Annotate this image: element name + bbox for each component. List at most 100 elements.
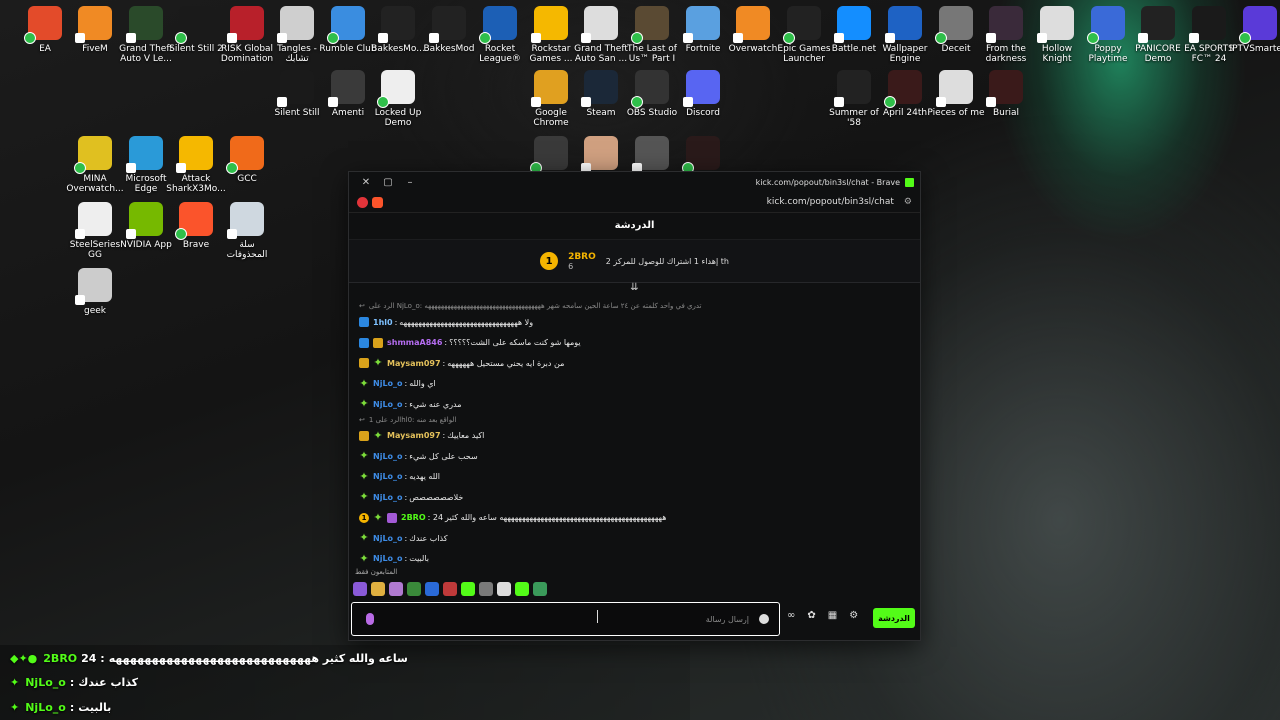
emote-icon[interactable] xyxy=(479,582,493,596)
sync-check-icon xyxy=(1239,32,1251,44)
emote-icon[interactable] xyxy=(461,582,475,596)
rank-badge-icon: 1 xyxy=(540,252,559,270)
chat-message[interactable]: ✦ NjLo_o: خلاصصصصصص xyxy=(349,487,909,508)
reply-icon: ↩ xyxy=(359,302,365,310)
desktop-icon[interactable]: geek xyxy=(64,268,126,316)
url-text[interactable]: kick.com/popout/bin3sl/chat xyxy=(767,197,894,207)
app-icon xyxy=(531,70,568,107)
brave-rewards-icon[interactable] xyxy=(372,196,383,208)
sync-check-icon xyxy=(631,96,643,108)
emote-icon[interactable] xyxy=(515,582,529,596)
collapse-chevron-icon[interactable]: ⇊ xyxy=(349,283,920,295)
emote-icon[interactable] xyxy=(371,582,385,596)
sync-check-icon xyxy=(175,32,187,44)
emote-icon[interactable] xyxy=(443,582,457,596)
chat-message[interactable]: ✦ NjLo_o: الله يهديه xyxy=(349,467,909,488)
separator: : xyxy=(442,431,446,441)
chat-message[interactable]: ✦ NjLo_o: بالبيت xyxy=(349,549,909,567)
app-icon xyxy=(75,6,112,43)
separator: : xyxy=(404,554,408,564)
pinned-count: 6 xyxy=(568,261,574,271)
shortcut-arrow-icon xyxy=(936,97,946,107)
chat-username[interactable]: NjLo_o xyxy=(373,472,403,481)
chat-username[interactable]: NjLo_o xyxy=(373,379,403,388)
chat-username[interactable]: NjLo_o xyxy=(373,554,403,563)
emote-icon[interactable] xyxy=(533,582,547,596)
crown-badge-icon xyxy=(359,358,369,369)
desktop-icon[interactable]: Locked Up Demo xyxy=(367,70,429,128)
chat-message[interactable]: 1 ✦ 2BRO: 24 ههههههههههههههههههههههههههههه… xyxy=(349,508,909,529)
shortcut-arrow-icon xyxy=(277,33,287,43)
microphone-icon[interactable] xyxy=(366,613,374,625)
chat-message[interactable]: ✦ NjLo_o: سحب على كل شيء xyxy=(349,446,909,467)
sync-check-icon xyxy=(327,32,339,44)
pinned-gifter[interactable]: إهداء 1 اشتراك للوصول للمركز 2 th 2BRO 6… xyxy=(349,240,920,283)
emote-icon[interactable] xyxy=(497,582,511,596)
infinity-icon[interactable]: ∞ xyxy=(787,610,795,621)
message-composer[interactable] xyxy=(351,602,780,636)
gear-icon[interactable]: ⚙ xyxy=(849,610,858,621)
sync-check-icon xyxy=(377,96,389,108)
app-icon xyxy=(884,70,922,108)
overlay-text: كذاب عندك xyxy=(78,675,139,689)
chat-username[interactable]: 1hl0 xyxy=(373,318,393,327)
emote-icon[interactable] xyxy=(425,582,439,596)
app-icon xyxy=(935,6,973,44)
message-input[interactable] xyxy=(374,613,751,625)
chat-username[interactable]: NjLo_o xyxy=(373,400,403,409)
chat-username[interactable]: NjLo_o xyxy=(373,452,403,461)
app-icon xyxy=(226,136,264,174)
desktop-icon[interactable]: سلة المحذوفات xyxy=(216,202,278,260)
close-icon[interactable]: ✕ xyxy=(355,177,377,188)
app-icon xyxy=(479,6,517,44)
brave-shield-icon[interactable] xyxy=(357,196,368,208)
sync-check-icon xyxy=(783,32,795,44)
address-bar[interactable]: kick.com/popout/bin3sl/chat ⚙ xyxy=(349,192,920,213)
desktop-icon[interactable]: Burial xyxy=(975,70,1037,118)
chat-username[interactable]: shmmaA846 xyxy=(387,338,442,347)
window-title: kick.com/popout/bin3sl/chat - Brave xyxy=(755,177,900,187)
store-icon[interactable]: ▦ xyxy=(828,610,837,621)
site-settings-icon[interactable]: ⚙ xyxy=(904,197,912,207)
emote-icon[interactable] xyxy=(389,582,403,596)
chat-message[interactable]: ✦ Maysam097: من دبرة ايه يحني مستحيل هههه… xyxy=(349,353,909,374)
app-icon xyxy=(581,136,618,173)
emote-icon[interactable] xyxy=(407,582,421,596)
chat-message[interactable]: ✦ Maysam097: اكيد معاييك xyxy=(349,426,909,447)
maximize-icon[interactable]: ▢ xyxy=(377,177,399,188)
app-icon xyxy=(834,70,871,107)
chat-message[interactable]: 1hl0: ولا هههههههههههههههههههههههههههههه… xyxy=(349,312,909,333)
chat-message[interactable]: ✦ NjLo_o: كذاب عندك xyxy=(349,528,909,549)
chat-text: بالبيت xyxy=(409,554,430,564)
chat-username[interactable]: NjLo_o xyxy=(373,534,403,543)
shortcut-arrow-icon xyxy=(986,97,996,107)
chat-username[interactable]: 2BRO xyxy=(401,513,426,522)
og-badge-icon: ✦ xyxy=(359,449,369,463)
badge-icon: ✦ xyxy=(10,700,20,714)
chat-message[interactable]: shmmaA846: يومها شو كنت ماسكه على الشت؟؟… xyxy=(349,333,909,354)
send-chat-button[interactable]: الدردشة xyxy=(873,608,915,628)
desktop-icon[interactable]: IPTVSmarte... xyxy=(1229,6,1280,54)
overlay-message: ◆✦● 2BRO 24 : ساعه والله كثير هههههههههههه… xyxy=(10,647,408,669)
emote-icon[interactable] xyxy=(353,582,367,596)
og-badge-icon: ✦ xyxy=(373,356,383,370)
chat-username[interactable]: Maysam097 xyxy=(387,431,441,440)
emoji-icon[interactable] xyxy=(759,614,769,624)
app-icon xyxy=(126,6,163,43)
chat-username[interactable]: NjLo_o xyxy=(373,493,403,502)
app-icon xyxy=(986,70,1023,107)
app-icon xyxy=(632,136,669,173)
emote-picker-icon[interactable]: ✿ xyxy=(807,610,815,621)
desktop-icon[interactable]: GCC xyxy=(216,136,278,184)
separator: : xyxy=(442,358,446,368)
minimize-icon[interactable]: – xyxy=(399,177,421,188)
chat-message[interactable]: ✦ NjLo_o: اي والله xyxy=(349,374,909,395)
gift-badge-icon xyxy=(387,512,397,523)
app-icon xyxy=(176,136,213,173)
desktop-icon[interactable] xyxy=(672,136,734,174)
chat-message[interactable]: ✦ NjLo_o: مدري عنه شيء xyxy=(349,394,909,415)
chat-username[interactable]: Maysam097 xyxy=(387,359,441,368)
desktop-icon[interactable]: Discord xyxy=(672,70,734,118)
app-icon xyxy=(429,6,466,43)
chat-text: من دبرة ايه يحني مستحيل ههههههه xyxy=(447,358,565,368)
